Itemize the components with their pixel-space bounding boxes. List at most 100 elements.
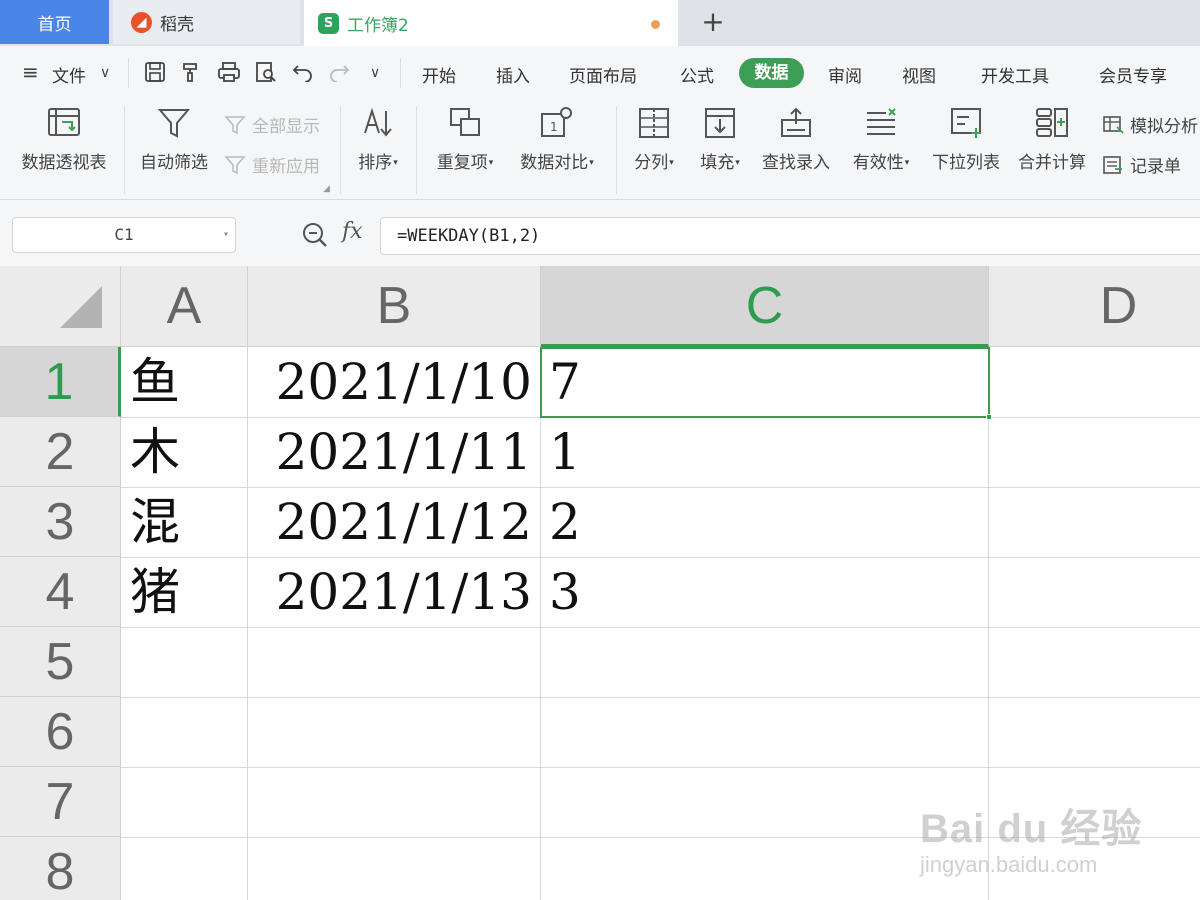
grid-line: [121, 767, 1200, 768]
consolidate-button[interactable]: 合并计算: [1016, 106, 1088, 173]
cell-c3[interactable]: 2: [541, 487, 988, 557]
ribbon-separator: [340, 106, 341, 194]
column-header-c[interactable]: C: [541, 266, 989, 347]
reapply-label: 重新应用: [252, 157, 320, 177]
reapply-filter-icon: [224, 155, 246, 174]
select-all-corner[interactable]: [0, 266, 121, 347]
consolidate-label: 合并计算: [1018, 153, 1086, 173]
fill-handle[interactable]: [986, 414, 992, 420]
file-chevron-down-icon[interactable]: ∨: [100, 65, 110, 81]
name-box[interactable]: C1 ▾: [12, 217, 236, 253]
validity-label: 有效性: [852, 153, 904, 173]
row-header-6[interactable]: 6: [0, 697, 121, 767]
menu-formula[interactable]: 公式: [680, 62, 714, 87]
menu-review[interactable]: 审阅: [828, 62, 862, 87]
print-preview-icon[interactable]: [254, 61, 278, 83]
data-compare-button[interactable]: 1 数据对比▾: [514, 106, 600, 173]
menu-data-active[interactable]: 数据: [739, 58, 804, 88]
zoom-search-icon[interactable]: [302, 222, 328, 248]
cell-a2[interactable]: 木: [122, 417, 247, 487]
lookup-entry-button[interactable]: 查找录入: [760, 106, 832, 173]
name-box-dropdown-icon[interactable]: ▾: [223, 218, 229, 252]
duplicates-caret-icon: ▾: [488, 158, 494, 168]
menu-member[interactable]: 会员专享: [1099, 62, 1167, 87]
record-form-button[interactable]: 记录单: [1102, 152, 1181, 177]
pivot-table-icon: [48, 108, 80, 136]
record-form-icon: [1103, 155, 1122, 174]
cell-a1[interactable]: 鱼: [122, 347, 247, 417]
row-header-5[interactable]: 5: [0, 627, 121, 697]
name-box-value: C1: [114, 225, 134, 244]
show-all-label: 全部显示: [252, 117, 320, 137]
tab-workbook-label: 工作簿2: [347, 15, 409, 36]
dropdown-list-button[interactable]: 下拉列表: [930, 106, 1002, 173]
fill-caret-icon: ▾: [735, 158, 740, 168]
formula-input[interactable]: =WEEKDAY(B1,2): [380, 217, 1200, 255]
whatif-analysis-button[interactable]: 模拟分析: [1102, 112, 1198, 137]
autofilter-button[interactable]: 自动筛选: [138, 106, 210, 173]
cell-a3[interactable]: 混: [122, 487, 247, 557]
autofilter-label: 自动筛选: [140, 153, 208, 173]
tab-workbook[interactable]: S 工作簿2: [304, 0, 678, 46]
cell-c2[interactable]: 1: [541, 417, 988, 487]
sort-label: 排序: [358, 153, 393, 173]
duplicates-label: 重复项: [436, 153, 488, 173]
duplicates-button[interactable]: 重复项▾: [430, 106, 500, 173]
spreadsheet-grid: A B C D 1 2 3 4 5 6 7 8 鱼 2021/1/10 7 木 …: [0, 266, 1200, 900]
quick-access-more-icon[interactable]: ∨: [370, 65, 380, 81]
grid-line: [121, 837, 1200, 838]
hamburger-menu-icon[interactable]: ≡: [22, 60, 39, 84]
sort-button[interactable]: 排序▾: [352, 106, 404, 173]
cell-b2[interactable]: 2021/1/11: [248, 417, 540, 487]
row-header-8[interactable]: 8: [0, 837, 121, 900]
row-header-3[interactable]: 3: [0, 487, 121, 557]
filter-dialog-launcher-icon[interactable]: ◢: [323, 184, 330, 194]
data-compare-caret-icon: ▾: [589, 158, 594, 168]
tab-home[interactable]: 首页: [0, 0, 109, 44]
menu-page-layout[interactable]: 页面布局: [569, 62, 637, 87]
file-menu[interactable]: 文件: [52, 62, 86, 87]
row-header-4[interactable]: 4: [0, 557, 121, 627]
format-painter-icon[interactable]: [180, 61, 202, 83]
pivot-table-button[interactable]: 数据透视表: [18, 106, 110, 173]
active-cell-selection: [540, 347, 992, 420]
cell-b3[interactable]: 2021/1/12: [248, 487, 540, 557]
cell-c4[interactable]: 3: [541, 557, 988, 627]
fill-button[interactable]: 填充▾: [694, 106, 746, 173]
show-all-button[interactable]: 全部显示: [224, 112, 320, 137]
lookup-entry-label: 查找录入: [762, 153, 830, 173]
whatif-analysis-icon: [1103, 115, 1124, 134]
sort-caret-icon: ▾: [393, 158, 398, 168]
tab-daoke[interactable]: ◢ 稻壳: [113, 0, 300, 44]
cell-a4[interactable]: 猪: [122, 557, 247, 627]
validity-button[interactable]: 有效性▾: [846, 106, 916, 173]
print-icon[interactable]: [217, 61, 241, 83]
column-header-b[interactable]: B: [248, 266, 541, 347]
row-header-2[interactable]: 2: [0, 417, 121, 487]
split-column-label: 分列: [634, 153, 669, 173]
row-header-7[interactable]: 7: [0, 767, 121, 837]
row-header-1[interactable]: 1: [0, 347, 121, 417]
new-tab-plus-icon[interactable]: +: [698, 6, 728, 38]
column-header-d[interactable]: D: [989, 266, 1200, 347]
reapply-button[interactable]: 重新应用: [224, 152, 320, 177]
tab-daoke-label: 稻壳: [160, 14, 194, 35]
cell-b4[interactable]: 2021/1/13: [248, 557, 540, 627]
split-caret-icon: ▾: [669, 158, 674, 168]
record-form-label: 记录单: [1130, 157, 1181, 177]
column-header-a[interactable]: A: [121, 266, 248, 347]
lookup-entry-icon: [781, 107, 811, 137]
split-column-button[interactable]: 分列▾: [628, 106, 680, 173]
redo-icon[interactable]: [328, 62, 350, 82]
grid-line: [121, 697, 1200, 698]
fill-down-icon: [705, 108, 735, 138]
menu-insert[interactable]: 插入: [496, 62, 530, 87]
save-icon[interactable]: [144, 61, 166, 83]
ribbon-separator: [416, 106, 417, 194]
menu-developer[interactable]: 开发工具: [981, 62, 1049, 87]
menu-view[interactable]: 视图: [902, 62, 936, 87]
insert-function-fx-icon[interactable]: fx: [342, 219, 363, 244]
undo-icon[interactable]: [292, 62, 314, 82]
menu-start[interactable]: 开始: [422, 62, 456, 87]
cell-b1[interactable]: 2021/1/10: [248, 347, 540, 417]
